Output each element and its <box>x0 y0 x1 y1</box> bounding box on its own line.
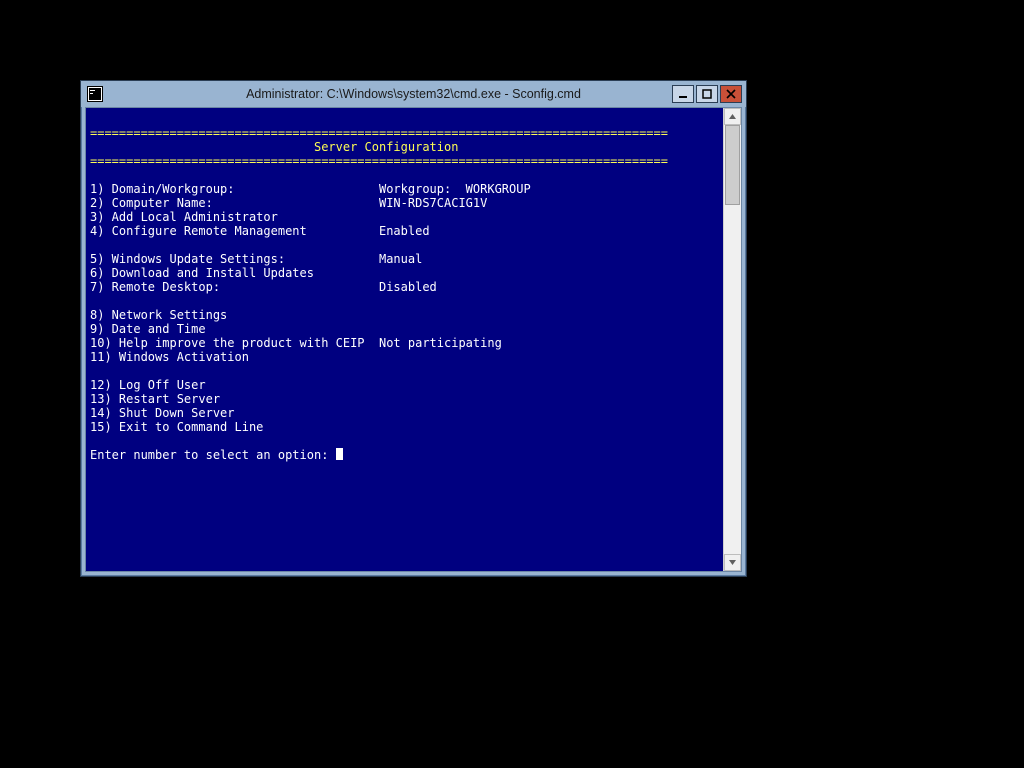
menu-line-15: 15) Exit to Command Line <box>90 420 379 434</box>
window-title: Administrator: C:\Windows\system32\cmd.e… <box>81 87 746 101</box>
minimize-button[interactable] <box>672 85 694 103</box>
console-pre: ========================================… <box>90 112 719 462</box>
menu-line-11: 11) Windows Activation <box>90 350 379 364</box>
menu-line-12: 12) Log Off User <box>90 378 379 392</box>
console-output[interactable]: ========================================… <box>86 108 723 571</box>
menu-line-3: 3) Add Local Administrator <box>90 210 379 224</box>
vertical-scrollbar[interactable] <box>723 108 741 571</box>
menu-line-9: 9) Date and Time <box>90 322 379 336</box>
header-title: Server Configuration <box>90 140 458 154</box>
menu-line-6: 6) Download and Install Updates <box>90 266 379 280</box>
scroll-thumb[interactable] <box>725 125 740 205</box>
maximize-button[interactable] <box>696 85 718 103</box>
menu-line-5: 5) Windows Update Settings: Manual <box>90 252 422 266</box>
menu-line-13: 13) Restart Server <box>90 392 379 406</box>
menu-line-1: 1) Domain/Workgroup: Workgroup: WORKGROU… <box>90 182 531 196</box>
menu-line-7: 7) Remote Desktop: Disabled <box>90 280 437 294</box>
window-buttons <box>672 85 746 103</box>
divider-bottom: ========================================… <box>90 154 668 168</box>
cursor <box>336 448 343 460</box>
scroll-up-button[interactable] <box>724 108 741 125</box>
menu-line-14: 14) Shut Down Server <box>90 406 379 420</box>
menu-line-2: 2) Computer Name: WIN-RDS7CACIG1V <box>90 196 487 210</box>
scroll-down-button[interactable] <box>724 554 741 571</box>
prompt-line[interactable]: Enter number to select an option: <box>90 448 343 462</box>
menu-line-4: 4) Configure Remote Management Enabled <box>90 224 430 238</box>
menu-line-8: 8) Network Settings <box>90 308 379 322</box>
divider-top: ========================================… <box>90 126 668 140</box>
close-button[interactable] <box>720 85 742 103</box>
client-area: ========================================… <box>85 107 742 572</box>
menu-line-10: 10) Help improve the product with CEIP N… <box>90 336 502 350</box>
scroll-track[interactable] <box>724 125 741 554</box>
cmd-icon <box>87 86 103 102</box>
titlebar[interactable]: Administrator: C:\Windows\system32\cmd.e… <box>81 81 746 107</box>
cmd-window: Administrator: C:\Windows\system32\cmd.e… <box>80 80 747 577</box>
